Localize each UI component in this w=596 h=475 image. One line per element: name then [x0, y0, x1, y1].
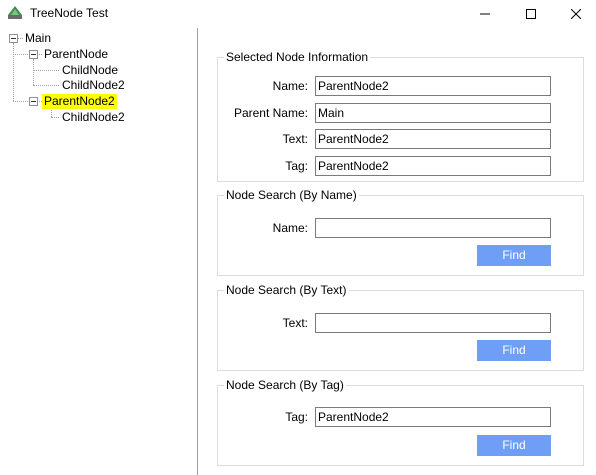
maximize-button[interactable]: [508, 0, 554, 28]
close-button[interactable]: [553, 0, 596, 28]
group-title: Selected Node Information: [224, 49, 371, 65]
collapse-toggle-parentnode[interactable]: [29, 50, 38, 59]
tree-connector: [13, 54, 28, 55]
find-by-text-button[interactable]: Find: [477, 340, 551, 361]
minimize-icon: [480, 9, 490, 19]
text-label: Text:: [282, 132, 308, 146]
selected-node-info-group: Selected Node Information Name: Parent N…: [217, 49, 584, 182]
tree-node-main[interactable]: Main: [23, 31, 53, 46]
window-title: TreeNode Test: [30, 6, 109, 20]
find-by-name-button[interactable]: Find: [477, 245, 551, 266]
app-tree-icon: [7, 5, 23, 21]
title-bar[interactable]: TreeNode Test: [0, 0, 596, 28]
selected-name-field[interactable]: [315, 76, 551, 96]
search-by-tag-group: Node Search (By Tag) Tag: Find: [217, 377, 584, 466]
collapse-toggle-parentnode2[interactable]: [29, 97, 38, 106]
search-text-label: Text:: [282, 316, 308, 330]
selected-text-field[interactable]: [315, 129, 551, 149]
tree-connector: [51, 117, 59, 118]
search-by-text-group: Node Search (By Text) Text: Find: [217, 282, 584, 371]
minimize-button[interactable]: [462, 0, 508, 28]
tree-node-parentnode2-childnode2[interactable]: ChildNode2: [60, 110, 127, 125]
search-by-name-group: Node Search (By Name) Name: Find: [217, 187, 584, 276]
tree-node-parentnode2[interactable]: ParentNode2: [42, 94, 117, 109]
search-name-label: Name:: [272, 221, 308, 235]
collapse-toggle-main[interactable]: [9, 34, 18, 43]
close-icon: [571, 9, 581, 19]
client-area: Main ParentNode ChildNode ChildNode2 Par…: [0, 28, 596, 475]
search-text-input[interactable]: [315, 313, 551, 333]
selected-tag-field[interactable]: [315, 156, 551, 176]
tree-connector: [13, 43, 14, 101]
parent-name-label: Parent Name:: [233, 106, 308, 120]
tree-connector: [13, 101, 28, 102]
group-title: Node Search (By Name): [224, 187, 359, 203]
name-label: Name:: [272, 79, 308, 93]
search-tag-label: Tag:: [285, 410, 308, 424]
maximize-icon: [526, 9, 536, 19]
tree-node-childnode[interactable]: ChildNode: [60, 63, 120, 78]
find-by-tag-button[interactable]: Find: [477, 435, 551, 456]
tree-connector: [33, 59, 34, 85]
search-tag-input[interactable]: [315, 407, 551, 427]
tree-connector: [33, 70, 59, 71]
tree-connector: [33, 85, 59, 86]
tree-node-parentnode[interactable]: ParentNode: [42, 47, 110, 62]
selected-parent-name-field[interactable]: [315, 103, 551, 123]
search-name-input[interactable]: [315, 218, 551, 238]
tag-label: Tag:: [285, 159, 308, 173]
tree-node-childnode2[interactable]: ChildNode2: [60, 78, 127, 93]
tree-view[interactable]: Main ParentNode ChildNode ChildNode2 Par…: [0, 28, 198, 475]
group-title: Node Search (By Text): [224, 282, 349, 298]
group-title: Node Search (By Tag): [224, 377, 346, 393]
